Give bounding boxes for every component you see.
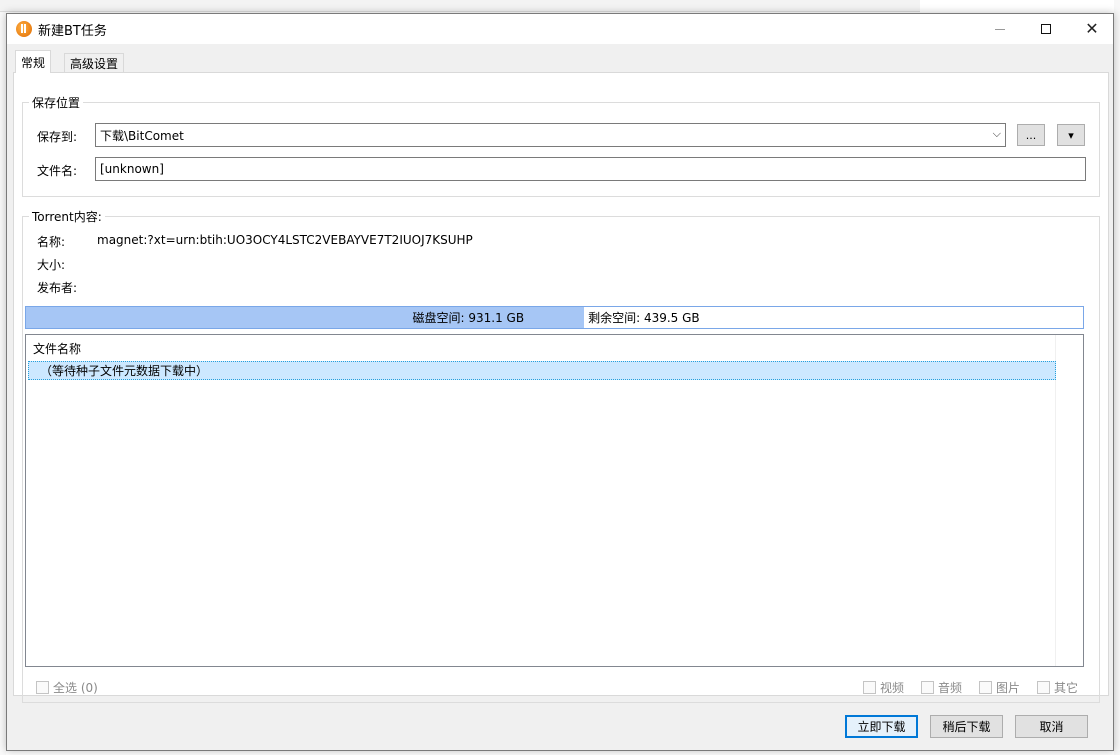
save-to-value: 下载\BitComet [100, 128, 184, 143]
list-item[interactable]: （等待种子文件元数据下载中） [28, 361, 1056, 380]
file-list[interactable]: 文件名称 （等待种子文件元数据下载中） [25, 334, 1084, 667]
save-to-combobox[interactable]: 下载\BitComet ⌵ [95, 123, 1006, 147]
video-filter-label: 视频 [880, 681, 905, 695]
filename-label: 文件名: [37, 164, 78, 178]
general-tab-panel: 保存位置 保存到: 下载\BitComet ⌵ ... ▾ 文件名: [unkn… [13, 72, 1109, 703]
tab-advanced-settings[interactable]: 高级设置 [64, 53, 125, 73]
save-history-dropdown-button[interactable]: ▾ [1057, 124, 1085, 146]
list-item-label: （等待种子文件元数据下载中） [40, 364, 209, 378]
audio-filter-checkbox[interactable]: 音频 [921, 679, 962, 696]
checkbox-box[interactable] [36, 681, 49, 694]
download-later-button[interactable]: 稍后下载 [930, 715, 1003, 738]
tab-general[interactable]: 常规 [15, 50, 52, 73]
free-space-text: 剩余空间: 439.5 GB [588, 311, 700, 325]
image-filter-checkbox[interactable]: 图片 [979, 679, 1020, 696]
title-bar[interactable]: 新建BT任务 ✕ [7, 14, 1113, 44]
torrent-content-group: Torrent内容: 名称: magnet:?xt=urn:btih:UO3OC… [22, 208, 1100, 703]
publisher-label: 发布者: [37, 281, 78, 295]
save-location-group: 保存位置 保存到: 下载\BitComet ⌵ ... ▾ 文件名: [unkn… [22, 94, 1100, 197]
other-filter-label: 其它 [1054, 681, 1079, 695]
new-bt-task-dialog: 新建BT任务 ✕ 常规 高级设置 保存位置 保存到: 下载\BitComet ⌵… [6, 13, 1114, 751]
browse-button[interactable]: ... [1017, 124, 1045, 146]
disk-space-fill: 磁盘空间: 931.1 GB [26, 307, 585, 328]
minimize-icon [995, 28, 1005, 30]
checkbox-box[interactable] [979, 681, 992, 694]
save-to-label: 保存到: [37, 130, 78, 144]
free-space-area: 剩余空间: 439.5 GB [584, 307, 700, 328]
bitcomet-app-icon [16, 21, 32, 37]
video-filter-checkbox[interactable]: 视频 [863, 679, 904, 696]
audio-filter-label: 音频 [938, 681, 963, 695]
close-button[interactable]: ✕ [1069, 14, 1115, 44]
maximize-button[interactable] [1023, 14, 1069, 44]
torrent-content-legend: Torrent内容: [29, 208, 105, 225]
background-menu-strip [0, 0, 920, 12]
close-icon: ✕ [1085, 19, 1099, 38]
name-label: 名称: [37, 235, 66, 249]
other-filter-checkbox[interactable]: 其它 [1037, 679, 1078, 696]
download-now-button[interactable]: 立即下载 [845, 715, 918, 738]
chevron-down-icon[interactable]: ⌵ [993, 127, 1001, 141]
image-filter-label: 图片 [996, 681, 1021, 695]
window-title: 新建BT任务 [38, 23, 107, 39]
save-location-legend: 保存位置 [29, 94, 84, 111]
select-all-label: 全选 (0) [53, 681, 98, 695]
filename-input[interactable]: [unknown] [95, 157, 1086, 181]
filename-value: [unknown] [100, 162, 164, 176]
cancel-button[interactable]: 取消 [1015, 715, 1088, 738]
file-name-column-header[interactable]: 文件名称 [33, 340, 81, 357]
column-divider [1055, 335, 1056, 666]
size-label: 大小: [37, 258, 66, 272]
minimize-button[interactable] [977, 14, 1023, 44]
disk-space-text: 磁盘空间: 931.1 GB [412, 311, 525, 325]
maximize-icon [1041, 24, 1051, 34]
checkbox-box[interactable] [1037, 681, 1050, 694]
disk-space-bar: 磁盘空间: 931.1 GB 剩余空间: 439.5 GB [25, 306, 1084, 329]
checkbox-box[interactable] [863, 681, 876, 694]
select-all-checkbox[interactable]: 全选 (0) [36, 679, 98, 696]
background-right-edge [1114, 0, 1120, 755]
name-value: magnet:?xt=urn:btih:UO3OCY4LSTC2VEBAYVE7… [97, 233, 473, 247]
checkbox-box[interactable] [921, 681, 934, 694]
